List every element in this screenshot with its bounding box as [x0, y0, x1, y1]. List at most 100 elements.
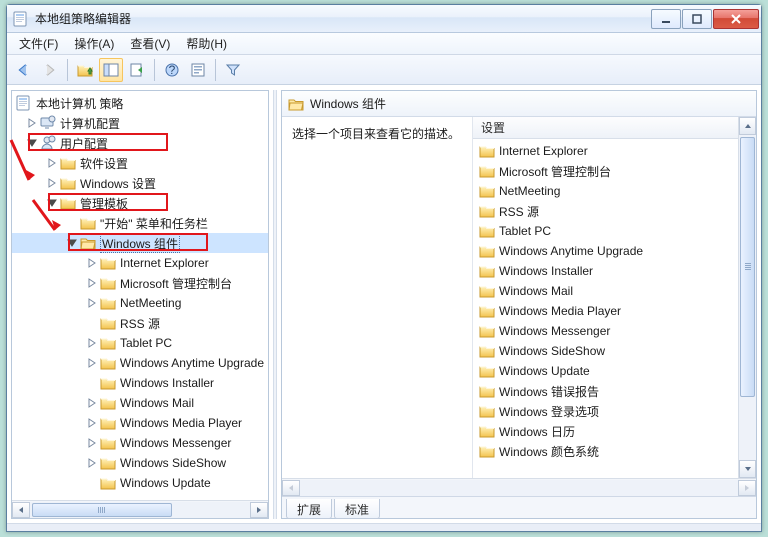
- export-list-button[interactable]: [125, 58, 149, 82]
- tree-label: Tablet PC: [120, 336, 172, 350]
- scroll-left-button[interactable]: [12, 502, 30, 518]
- tree-computer-config[interactable]: 计算机配置: [12, 113, 268, 133]
- user-config-icon: [40, 135, 56, 151]
- list-item[interactable]: NetMeeting: [473, 181, 738, 201]
- collapse-icon[interactable]: [26, 137, 38, 149]
- scroll-track[interactable]: [739, 135, 756, 460]
- expand-icon[interactable]: [46, 177, 58, 189]
- expand-icon[interactable]: [86, 417, 98, 429]
- list-item[interactable]: Windows Update: [473, 361, 738, 381]
- tree[interactable]: 本地计算机 策略 计算机配置: [12, 91, 268, 500]
- tree-software-settings[interactable]: 软件设置: [12, 153, 268, 173]
- list-item-label: Microsoft 管理控制台: [499, 163, 611, 180]
- list-item[interactable]: Tablet PC: [473, 221, 738, 241]
- tree-windows-settings[interactable]: Windows 设置: [12, 173, 268, 193]
- menu-help[interactable]: 帮助(H): [178, 33, 235, 54]
- details-hscrollbar[interactable]: [282, 478, 756, 496]
- tree-item[interactable]: RSS 源: [12, 313, 268, 333]
- column-header-settings[interactable]: 设置: [473, 117, 738, 139]
- tree-hscrollbar[interactable]: [12, 500, 268, 518]
- expand-icon[interactable]: [86, 337, 98, 349]
- help-button[interactable]: ?: [160, 58, 184, 82]
- tree-user-config[interactable]: 用户配置: [12, 133, 268, 153]
- tree-item[interactable]: Microsoft 管理控制台: [12, 273, 268, 293]
- scroll-right-button[interactable]: [738, 480, 756, 496]
- scroll-right-button[interactable]: [250, 502, 268, 518]
- tab-extended[interactable]: 扩展: [286, 499, 332, 519]
- list-item[interactable]: Windows Media Player: [473, 301, 738, 321]
- list-item[interactable]: Windows SideShow: [473, 341, 738, 361]
- scroll-track[interactable]: [30, 502, 250, 518]
- expand-icon[interactable]: [26, 117, 38, 129]
- tree-item[interactable]: Windows Installer: [12, 373, 268, 393]
- list-item[interactable]: Windows 日历: [473, 421, 738, 441]
- list-item[interactable]: Windows 登录选项: [473, 401, 738, 421]
- folder-icon: [479, 163, 495, 179]
- list-item[interactable]: Windows Anytime Upgrade: [473, 241, 738, 261]
- filter-button[interactable]: [221, 58, 245, 82]
- tree-item[interactable]: Windows Mail: [12, 393, 268, 413]
- expand-icon[interactable]: [86, 437, 98, 449]
- list-item[interactable]: Windows Messenger: [473, 321, 738, 341]
- menu-action[interactable]: 操作(A): [66, 33, 122, 54]
- nav-back-button[interactable]: [12, 58, 36, 82]
- nav-forward-button[interactable]: [38, 58, 62, 82]
- tree-item[interactable]: Tablet PC: [12, 333, 268, 353]
- menu-file[interactable]: 文件(F): [11, 33, 66, 54]
- expand-icon[interactable]: [86, 297, 98, 309]
- list-item[interactable]: RSS 源: [473, 201, 738, 221]
- collapse-icon[interactable]: [66, 237, 78, 249]
- tree-start-taskbar[interactable]: "开始" 菜单和任务栏: [12, 213, 268, 233]
- column-header-label: 设置: [481, 119, 505, 136]
- scroll-down-button[interactable]: [739, 460, 756, 478]
- expand-spacer: [86, 317, 98, 329]
- expand-icon[interactable]: [86, 277, 98, 289]
- splitter[interactable]: [273, 90, 277, 519]
- list-item[interactable]: Windows Installer: [473, 261, 738, 281]
- properties-button[interactable]: [186, 58, 210, 82]
- list-item[interactable]: Windows 错误报告: [473, 381, 738, 401]
- folder-icon: [100, 415, 116, 431]
- tree-item[interactable]: Windows SideShow: [12, 453, 268, 473]
- scroll-left-button[interactable]: [282, 480, 300, 496]
- expand-icon[interactable]: [86, 457, 98, 469]
- scroll-up-button[interactable]: [739, 117, 756, 135]
- tree-item[interactable]: Windows Anytime Upgrade: [12, 353, 268, 373]
- folder-icon: [100, 375, 116, 391]
- tree-item[interactable]: Windows Messenger: [12, 433, 268, 453]
- tree-admin-templates[interactable]: 管理模板: [12, 193, 268, 213]
- minimize-button[interactable]: [651, 9, 681, 29]
- folder-icon: [60, 155, 76, 171]
- show-tree-button[interactable]: [99, 58, 123, 82]
- list-item[interactable]: Internet Explorer: [473, 141, 738, 161]
- expand-icon[interactable]: [86, 357, 98, 369]
- tree-item[interactable]: Internet Explorer: [12, 253, 268, 273]
- tree-item[interactable]: Windows Update: [12, 473, 268, 493]
- scroll-thumb[interactable]: [740, 137, 755, 397]
- tab-standard[interactable]: 标准: [334, 499, 380, 519]
- list-vscrollbar[interactable]: [738, 117, 756, 478]
- scroll-track[interactable]: [300, 480, 738, 496]
- expand-icon[interactable]: [46, 157, 58, 169]
- collapse-icon[interactable]: [46, 197, 58, 209]
- tree-pane: 本地计算机 策略 计算机配置: [11, 90, 269, 519]
- tree-windows-components[interactable]: Windows 组件: [12, 233, 268, 253]
- tree-root[interactable]: 本地计算机 策略: [12, 93, 268, 113]
- up-one-level-button[interactable]: [73, 58, 97, 82]
- tree-item[interactable]: Windows Media Player: [12, 413, 268, 433]
- tree-label: RSS 源: [120, 315, 160, 332]
- list-item[interactable]: Microsoft 管理控制台: [473, 161, 738, 181]
- scroll-thumb[interactable]: [32, 503, 172, 517]
- maximize-button[interactable]: [682, 9, 712, 29]
- list-item[interactable]: Windows 颜色系统: [473, 441, 738, 461]
- expand-icon[interactable]: [86, 397, 98, 409]
- folder-icon: [479, 263, 495, 279]
- menu-view[interactable]: 查看(V): [122, 33, 178, 54]
- settings-list[interactable]: Internet Explorer Microsoft 管理控制台NetMeeti…: [473, 139, 738, 478]
- details-pane: Windows 组件 选择一个项目来查看它的描述。 设置 Internet Ex…: [281, 90, 757, 519]
- list-item[interactable]: Windows Mail: [473, 281, 738, 301]
- expand-icon[interactable]: [86, 257, 98, 269]
- tree-item[interactable]: NetMeeting: [12, 293, 268, 313]
- list-item-label: Windows Mail: [499, 284, 573, 298]
- close-button[interactable]: [713, 9, 759, 29]
